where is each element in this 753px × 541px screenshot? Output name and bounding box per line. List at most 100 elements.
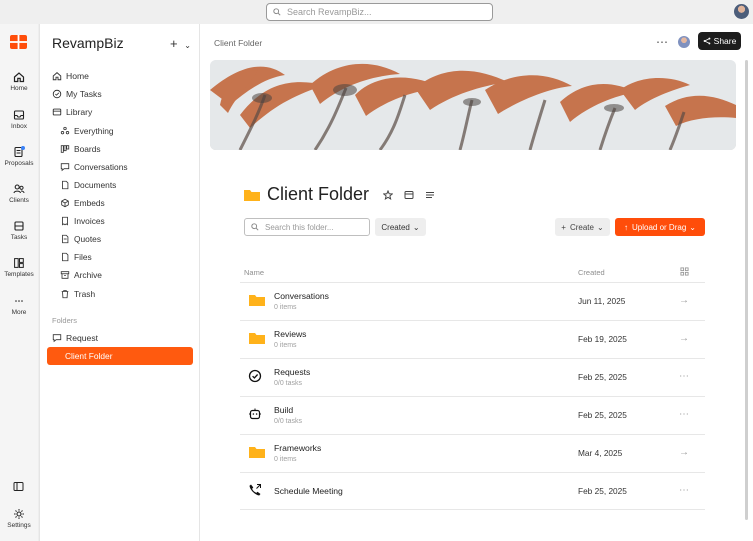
user-avatar[interactable]: [734, 4, 749, 19]
column-created-header[interactable]: Created: [578, 268, 605, 277]
app-rail: Home Inbox Proposals Clients Tasks Templ…: [0, 24, 38, 541]
row-name: Build: [274, 405, 294, 415]
table-header: Name Created: [243, 264, 705, 282]
sidebar-folder-client-folder[interactable]: Client Folder: [47, 347, 193, 365]
chevron-down-icon: ⌄: [596, 222, 604, 232]
sidebar-item-archive[interactable]: Archive: [60, 267, 102, 283]
folder-search-placeholder: Search this folder...: [265, 222, 334, 232]
row-name: Conversations: [274, 291, 329, 301]
row-date: Feb 19, 2025: [578, 334, 627, 344]
row-name: Schedule Meeting: [274, 486, 343, 496]
rail-tasks[interactable]: Tasks: [0, 220, 38, 241]
upload-label: Upload or Drag: [632, 222, 687, 232]
task-row[interactable]: Build 0/0 tasks Feb 25, 2025 ⋯: [240, 396, 705, 434]
sidebar-item-my-tasks-label: My Tasks: [66, 89, 102, 99]
brand-actions[interactable]: + ⌄: [170, 36, 191, 51]
collaborator-avatar[interactable]: [678, 36, 690, 48]
brand-name: RevampBiz: [52, 35, 124, 51]
sidebar-item-trash[interactable]: Trash: [60, 286, 95, 302]
row-date: Feb 25, 2025: [578, 486, 627, 496]
sidebar-item-files[interactable]: Files: [60, 249, 92, 265]
row-date: Jun 11, 2025: [578, 296, 626, 306]
sidebar-folder-request-label: Request: [66, 333, 99, 343]
more-icon[interactable]: ⋯: [679, 409, 689, 420]
rail-proposals[interactable]: Proposals: [0, 146, 38, 167]
sidebar-item-quotes[interactable]: Quotes: [60, 231, 101, 247]
embed-icon: [61, 198, 69, 208]
chat-icon: [60, 163, 70, 172]
rail-templates-label: Templates: [4, 271, 34, 278]
list-icon[interactable]: [425, 190, 435, 200]
folder-row[interactable]: Frameworks 0 items Mar 4, 2025 →: [240, 434, 705, 472]
row-meta: 0/0 tasks: [274, 380, 303, 387]
column-name-header[interactable]: Name: [244, 268, 264, 277]
sidebar-item-documents[interactable]: Documents: [60, 177, 116, 193]
document-icon: [62, 180, 69, 190]
sidebar-item-home[interactable]: Home: [52, 68, 89, 84]
row-date: Feb 25, 2025: [578, 372, 627, 382]
sidebar-item-everything[interactable]: Everything: [60, 123, 114, 139]
folder-banner-image: [210, 60, 736, 150]
rail-more-label: More: [11, 309, 27, 316]
sidebar-item-trash-label: Trash: [74, 289, 96, 299]
sidebar-item-everything-label: Everything: [74, 126, 114, 136]
arrow-right-icon[interactable]: →: [679, 295, 689, 306]
create-button[interactable]: + Create ⌄: [555, 218, 610, 236]
revampbiz-logo[interactable]: [10, 35, 27, 49]
arrow-right-icon[interactable]: →: [679, 447, 689, 458]
folder-search-input[interactable]: Search this folder...: [244, 218, 370, 236]
sidebar-item-conversations[interactable]: Conversations: [60, 159, 128, 175]
folder-row[interactable]: Conversations 0 items Jun 11, 2025 →: [240, 282, 705, 320]
rail-more[interactable]: More: [0, 295, 38, 316]
sidebar: RevampBiz + ⌄ Home My Tasks Library Ever…: [39, 24, 200, 541]
inbox-icon: [13, 110, 25, 120]
sort-dropdown[interactable]: Created ⌄: [375, 218, 426, 236]
share-button[interactable]: Share: [698, 32, 741, 50]
grid-view-icon[interactable]: [680, 267, 689, 276]
more-options-icon[interactable]: ⋯: [656, 35, 668, 49]
more-icon[interactable]: ⋯: [679, 371, 689, 382]
chevron-down-icon: ⌄: [412, 222, 420, 232]
star-icon[interactable]: [383, 189, 394, 200]
more-icon: [15, 300, 23, 302]
arrow-right-icon[interactable]: →: [679, 333, 689, 344]
sidebar-item-boards[interactable]: Boards: [60, 141, 101, 157]
meeting-row[interactable]: Schedule Meeting Feb 25, 2025 ⋯: [240, 472, 705, 510]
rail-home[interactable]: Home: [0, 71, 38, 92]
sidebar-item-archive-label: Archive: [74, 270, 102, 280]
sidebar-item-my-tasks[interactable]: My Tasks: [52, 86, 102, 102]
folders-section-label: Folders: [52, 316, 78, 325]
chevron-down-icon[interactable]: ⌄: [184, 41, 191, 50]
rail-templates[interactable]: Templates: [0, 257, 38, 278]
file-icon: [62, 252, 69, 262]
add-icon[interactable]: +: [170, 36, 178, 51]
chevron-down-icon: ⌄: [689, 222, 696, 232]
row-date: Mar 4, 2025: [578, 448, 623, 458]
scrollbar[interactable]: [745, 60, 748, 520]
sidebar-toggle-icon[interactable]: [13, 481, 24, 492]
rail-clients-label: Clients: [9, 197, 29, 204]
main-panel: Client Folder ⋯ Share Client Folder Sear…: [200, 24, 753, 541]
home-icon: [13, 72, 25, 83]
row-meta: 0 items: [274, 304, 297, 311]
rail-clients[interactable]: Clients: [0, 183, 38, 204]
create-label: Create: [569, 222, 594, 232]
breadcrumb[interactable]: Client Folder: [214, 38, 262, 48]
sidebar-item-documents-label: Documents: [74, 180, 117, 190]
sidebar-folder-request[interactable]: Request: [52, 330, 98, 346]
global-search[interactable]: Search RevampBiz...: [266, 3, 493, 21]
more-icon[interactable]: ⋯: [679, 485, 689, 496]
global-search-placeholder: Search RevampBiz...: [287, 7, 372, 17]
upload-button[interactable]: ↑ Upload or Drag ⌄: [615, 218, 705, 236]
layout-icon[interactable]: [404, 190, 414, 200]
sidebar-item-invoices[interactable]: Invoices: [60, 213, 105, 229]
phone-icon: [249, 484, 261, 496]
rail-settings[interactable]: Settings: [0, 508, 38, 529]
sort-label: Created: [381, 222, 410, 232]
rail-inbox[interactable]: Inbox: [0, 109, 38, 130]
sidebar-item-embeds[interactable]: Embeds: [60, 195, 105, 211]
sidebar-item-library[interactable]: Library: [52, 104, 92, 120]
templates-icon: [14, 258, 24, 268]
folder-row[interactable]: Reviews 0 items Feb 19, 2025 →: [240, 320, 705, 358]
task-row[interactable]: Requests 0/0 tasks Feb 25, 2025 ⋯: [240, 358, 705, 396]
